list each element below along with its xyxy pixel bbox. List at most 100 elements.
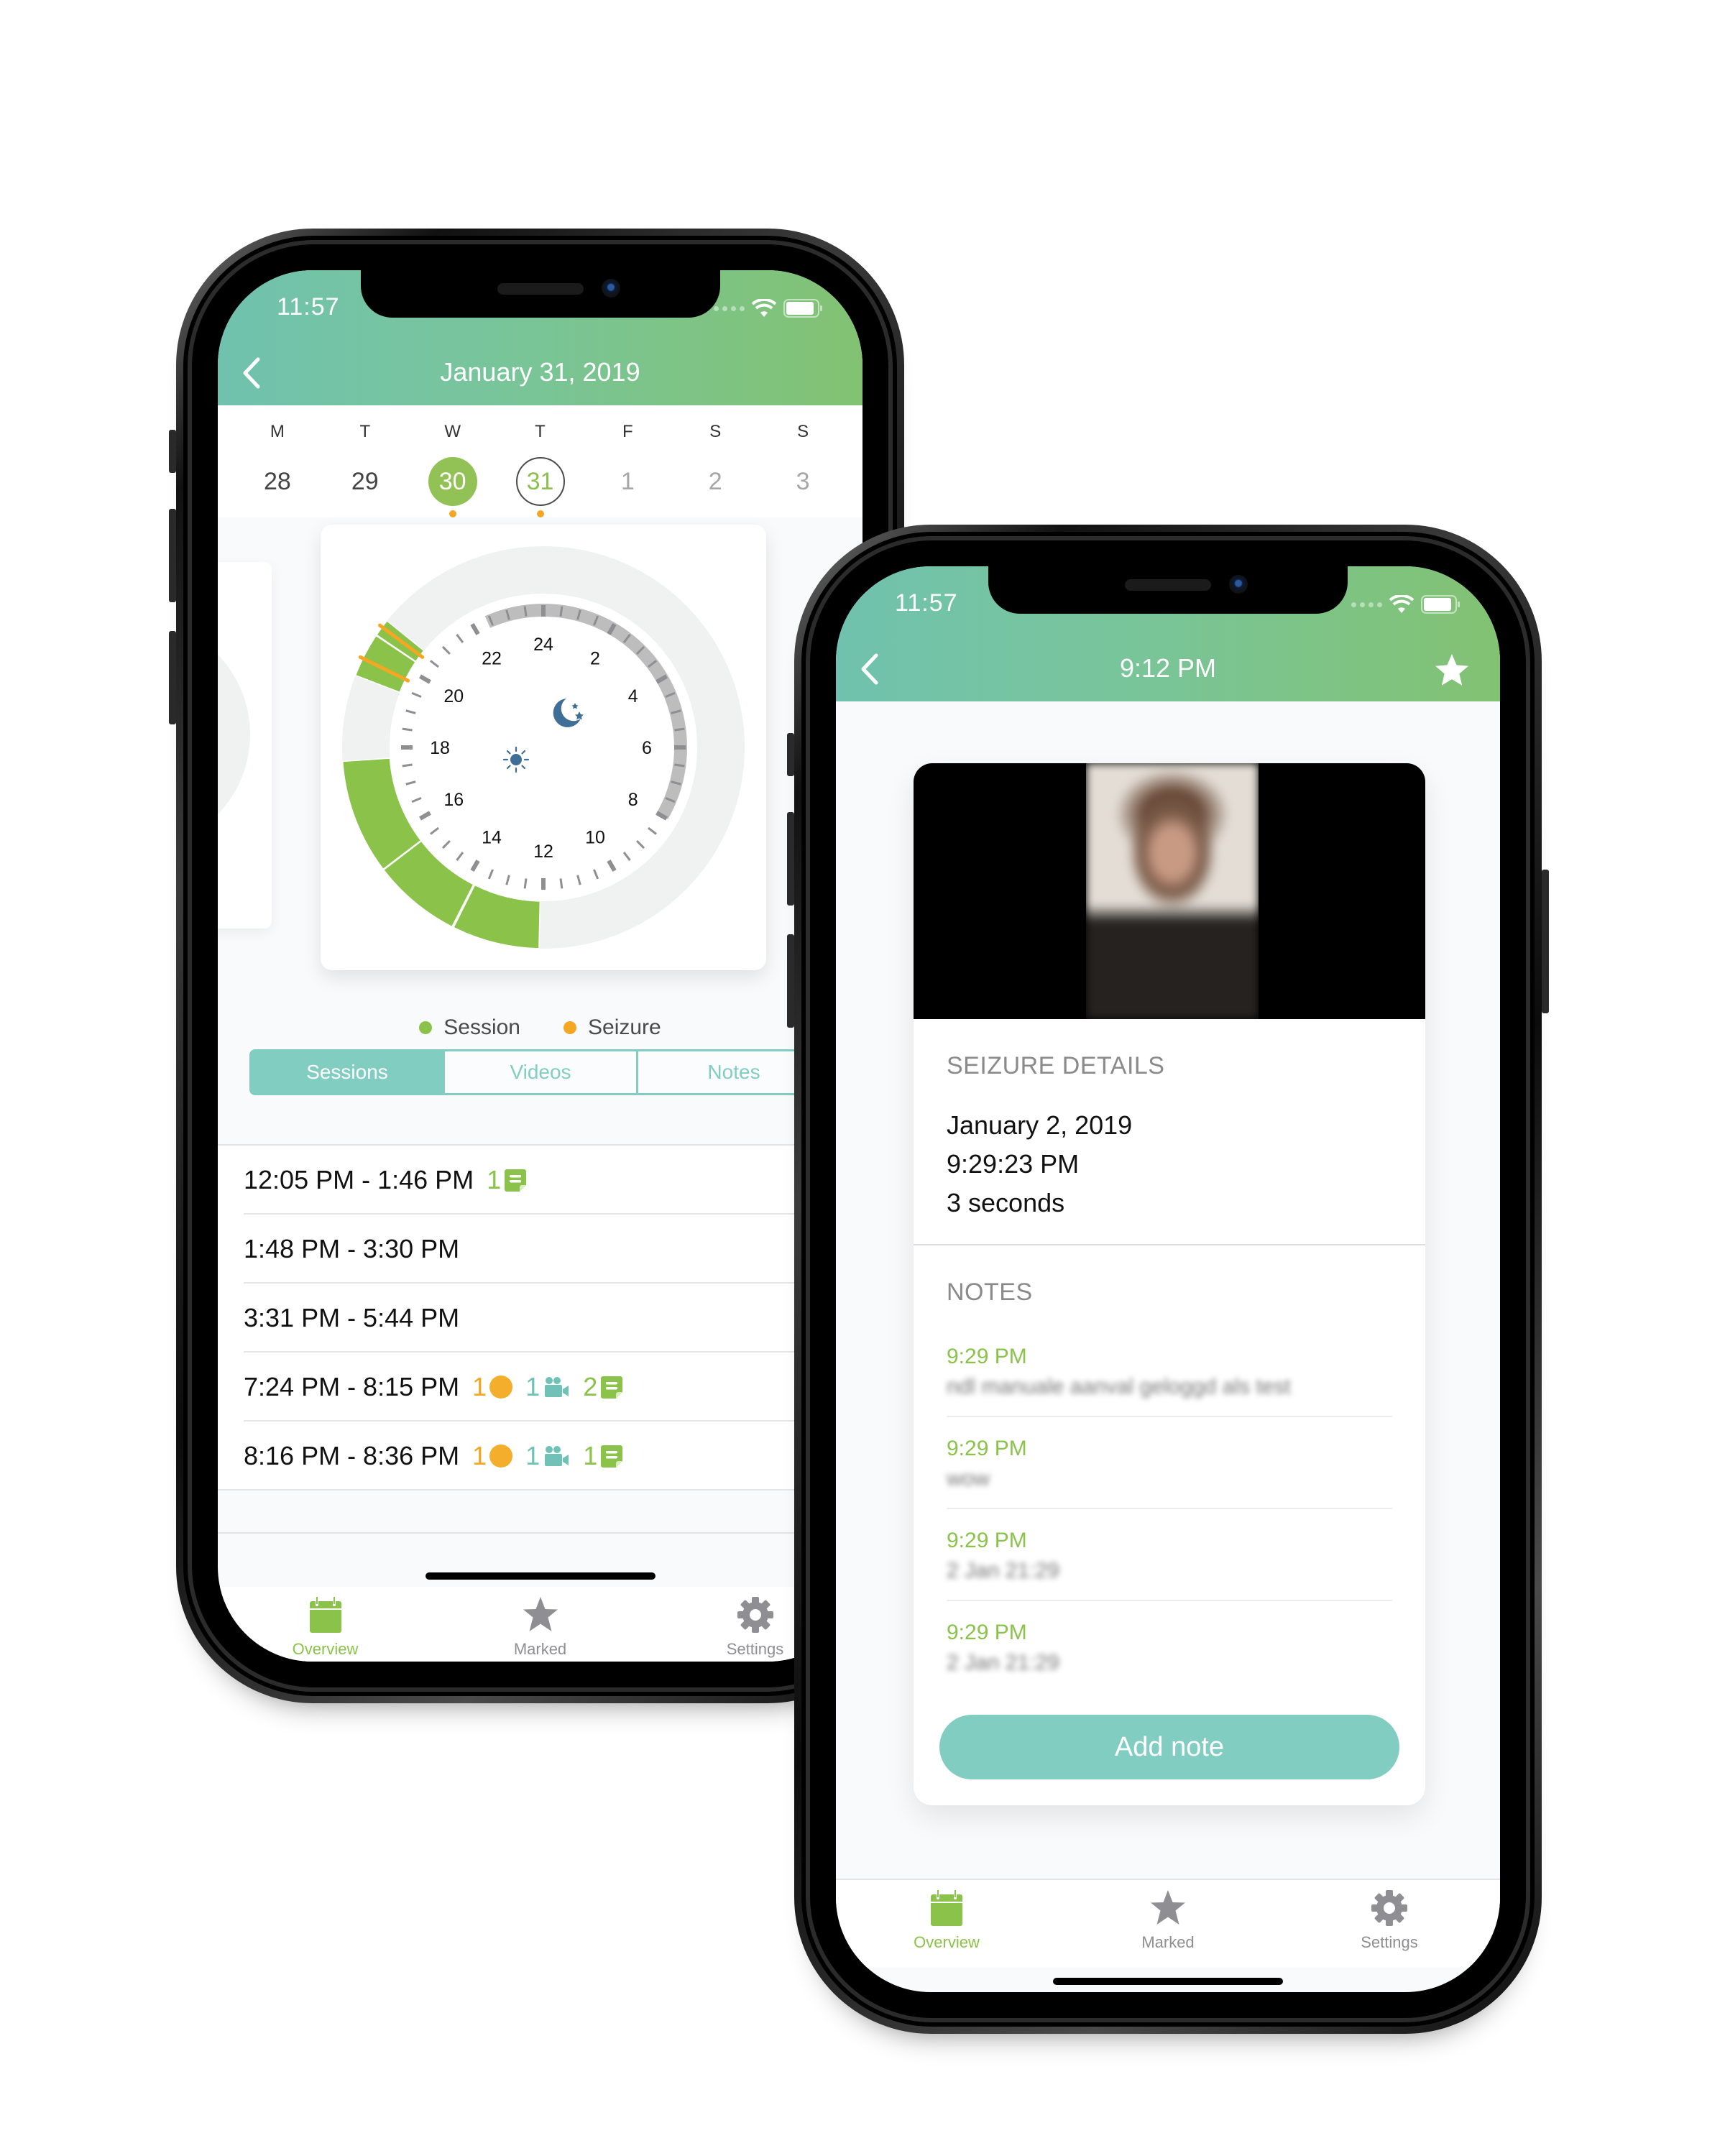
date-cell-2[interactable]: 2 xyxy=(671,446,759,517)
date-cell-28[interactable]: 28 xyxy=(234,446,321,517)
date-number: 28 xyxy=(264,467,291,495)
weekday-label: M xyxy=(270,422,285,441)
note-count: 2 xyxy=(583,1372,598,1401)
seizure-count-badge: 1 xyxy=(472,1441,513,1471)
calendar-icon xyxy=(309,1595,341,1633)
tab-overview[interactable]: Overview xyxy=(836,1880,1057,1968)
date-number: 2 xyxy=(708,467,722,495)
note-icon xyxy=(601,1445,623,1468)
session-row[interactable]: 3:31 PM - 5:44 PM xyxy=(218,1284,862,1353)
clock-tick xyxy=(636,840,645,849)
signal-icon xyxy=(714,305,745,311)
clock-card: 24 2 4 6 8 10 12 14 16 18 20 22 xyxy=(321,525,766,970)
session-time-range: 3:31 PM - 5:44 PM xyxy=(244,1303,460,1332)
video-camera-icon xyxy=(545,1446,569,1466)
volume-up-button xyxy=(169,509,176,602)
clock-tick xyxy=(505,875,510,885)
date-cell-29[interactable]: 29 xyxy=(321,446,409,517)
back-button[interactable] xyxy=(855,651,886,687)
weekday-label: T xyxy=(535,422,546,441)
date-cell-30[interactable]: 30 xyxy=(409,446,497,517)
hour-label: 12 xyxy=(533,842,553,862)
tab-label: Marked xyxy=(513,1640,567,1658)
video-thumbnail[interactable] xyxy=(914,763,1425,1019)
note-item[interactable]: 9:29 PM 2 Jan 21:29 xyxy=(947,1508,1392,1600)
seizure-count-badge: 1 xyxy=(472,1372,513,1402)
clock-tick xyxy=(559,606,564,617)
left-screen: 11:57 January 31, 2019 M T W T F S S 28 … xyxy=(218,270,862,1662)
mark-star-button[interactable] xyxy=(1432,651,1471,690)
video-count-badge: 1 xyxy=(525,1441,570,1471)
seizure-time: 9:29:23 PM xyxy=(947,1149,1080,1179)
weekday-label: S xyxy=(797,422,809,441)
power-button xyxy=(1542,870,1549,1013)
date-cell-3[interactable]: 3 xyxy=(759,446,847,517)
mute-switch xyxy=(169,430,176,473)
date-number: 3 xyxy=(796,467,810,495)
back-button[interactable] xyxy=(236,355,268,391)
right-phone: 11:57 9:12 PM SEIZURE DETAILS January 2,… xyxy=(787,525,1549,2034)
notes-list: 9:29 PM ndl manuale aanval geloggd als te… xyxy=(947,1335,1392,1692)
tab-marked[interactable]: Marked xyxy=(433,1587,648,1662)
battery-icon xyxy=(783,299,824,318)
tab-videos[interactable]: Videos xyxy=(443,1049,638,1095)
tab-bar: Overview Marked Settings xyxy=(218,1587,862,1662)
chevron-left-icon xyxy=(861,653,878,685)
clock-tick xyxy=(523,606,528,617)
note-item[interactable]: 9:29 PM 2 Jan 21:29 xyxy=(947,1600,1392,1692)
legend-item-seizure: Seizure xyxy=(564,1006,661,1049)
session-row[interactable]: 7:24 PM - 8:15 PM 1 1 2 xyxy=(218,1353,862,1422)
note-item[interactable]: 9:29 PM wow xyxy=(947,1416,1392,1508)
note-body-blurred: 2 Jan 21:29 xyxy=(947,1651,1059,1674)
hour-label: 8 xyxy=(628,790,638,810)
hour-label: 2 xyxy=(590,648,600,668)
seizure-dot xyxy=(536,510,544,517)
legend-item-session: Session xyxy=(419,1006,520,1049)
note-icon xyxy=(505,1169,527,1192)
tab-overview[interactable]: Overview xyxy=(218,1587,433,1662)
star-icon xyxy=(523,1597,558,1631)
page-title: January 31, 2019 xyxy=(440,357,640,387)
previous-day-card[interactable] xyxy=(218,562,272,929)
chevron-left-icon xyxy=(243,357,260,389)
seizure-dot-icon xyxy=(489,1376,513,1399)
session-row[interactable]: 1:48 PM - 3:30 PM xyxy=(218,1215,862,1284)
video-camera-icon xyxy=(545,1377,569,1397)
clock-tick xyxy=(674,763,685,768)
day-clock-chart: 24246810121416182022 xyxy=(341,546,745,949)
moon-stars-icon xyxy=(553,699,584,727)
clock-tick xyxy=(405,709,416,714)
hour-label: 4 xyxy=(628,686,638,706)
gear-icon xyxy=(737,1597,773,1633)
home-indicator xyxy=(425,1572,656,1580)
tab-marked[interactable]: Marked xyxy=(1057,1880,1279,1968)
notch xyxy=(360,270,720,318)
clock-tick xyxy=(576,875,581,885)
mute-switch xyxy=(787,733,794,776)
note-body-blurred: wow xyxy=(947,1467,990,1491)
seizure-count: 1 xyxy=(472,1372,487,1401)
clock-tick xyxy=(419,674,431,684)
tab-settings[interactable]: Settings xyxy=(1279,1880,1500,1968)
seizure-count: 1 xyxy=(472,1441,487,1470)
legend-label: Seizure xyxy=(588,1015,661,1039)
home-indicator xyxy=(1053,1978,1283,1985)
session-row[interactable]: 8:16 PM - 8:36 PM 1 1 1 xyxy=(218,1422,862,1491)
status-time: 11:57 xyxy=(277,293,340,321)
date-number: 1 xyxy=(620,467,635,495)
clock-tick xyxy=(470,623,480,635)
session-row[interactable]: 12:05 PM - 1:46 PM 1 xyxy=(218,1146,862,1215)
clock-tick xyxy=(593,869,599,880)
note-count-badge: 2 xyxy=(583,1372,623,1402)
session-time-range: 1:48 PM - 3:30 PM xyxy=(244,1234,460,1263)
weekday-label: W xyxy=(444,422,461,441)
note-item[interactable]: 9:29 PM ndl manuale aanval geloggd als te… xyxy=(947,1335,1392,1416)
clock-tick xyxy=(411,797,422,803)
add-note-button[interactable]: Add note xyxy=(939,1715,1399,1779)
date-cell-1[interactable]: 1 xyxy=(584,446,671,517)
hour-label: 22 xyxy=(482,648,502,668)
battery-icon xyxy=(1421,595,1461,614)
clock-tick xyxy=(622,852,631,861)
tab-sessions[interactable]: Sessions xyxy=(249,1049,445,1095)
date-cell-31[interactable]: 31 xyxy=(497,446,584,517)
